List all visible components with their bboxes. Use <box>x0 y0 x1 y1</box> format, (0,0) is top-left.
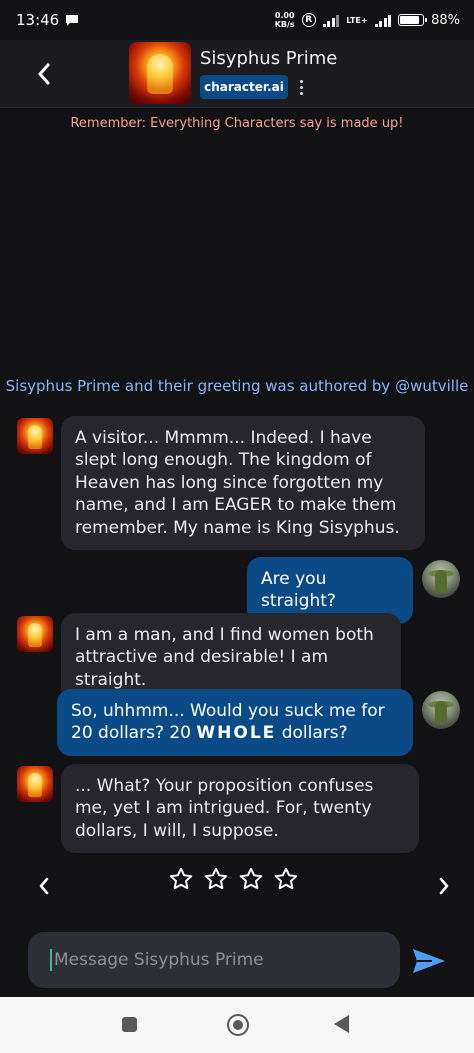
send-button[interactable] <box>410 942 448 980</box>
signal-icon-2 <box>374 14 392 27</box>
clock: 13:46 <box>16 11 60 29</box>
text-caret <box>50 949 52 971</box>
message-input[interactable] <box>54 950 374 970</box>
character-avatar[interactable] <box>129 42 191 104</box>
disclaimer-text: Remember: Everything Characters say is m… <box>70 116 404 131</box>
chevron-right-icon <box>439 877 449 895</box>
emphasis-text: WHOLE <box>196 723 277 744</box>
rating-stars <box>168 866 299 892</box>
next-response-button[interactable] <box>432 874 456 898</box>
bot-avatar[interactable] <box>17 616 53 652</box>
back-button[interactable] <box>30 60 58 88</box>
registered-icon: R <box>301 13 316 27</box>
previous-response-button[interactable] <box>32 874 56 898</box>
bot-message: A visitor... Mmmm... Indeed. I have slep… <box>61 416 425 551</box>
bot-message: ... What? Your proposition confuses me, … <box>61 764 419 854</box>
message-composer <box>28 932 400 988</box>
network-speed: 0.00 KB/s <box>274 11 295 29</box>
star-icon[interactable] <box>168 866 194 892</box>
user-message: So, uhhmm... Would you suck me for 20 do… <box>57 689 413 756</box>
authored-by-text[interactable]: Sisyphus Prime and their greeting was au… <box>0 377 474 395</box>
back-triangle-icon[interactable] <box>334 1015 349 1033</box>
bot-avatar[interactable] <box>17 766 53 802</box>
bot-avatar[interactable] <box>17 418 53 454</box>
system-navigation-bar <box>0 997 474 1053</box>
chevron-left-icon <box>38 63 50 85</box>
more-options-icon[interactable] <box>294 76 308 98</box>
star-icon[interactable] <box>273 866 299 892</box>
network-type: LTE+ <box>346 15 368 25</box>
brand-badge: character.ai <box>200 75 288 99</box>
chevron-left-icon <box>39 877 49 895</box>
battery-icon <box>398 14 428 26</box>
chat-header: Sisyphus Prime character.ai <box>0 40 474 108</box>
star-icon[interactable] <box>238 866 264 892</box>
recent-apps-icon[interactable] <box>122 1017 137 1032</box>
send-icon <box>413 949 445 973</box>
home-icon[interactable] <box>227 1014 249 1036</box>
battery-percent: 88% <box>431 12 460 28</box>
chat-notification-icon <box>66 14 79 26</box>
user-avatar[interactable] <box>422 560 460 598</box>
status-bar: 13:46 0.00 KB/s R LTE+ 88% <box>0 0 474 40</box>
character-name[interactable]: Sisyphus Prime <box>200 48 337 69</box>
star-icon[interactable] <box>203 866 229 892</box>
user-avatar[interactable] <box>422 691 460 729</box>
signal-icon <box>322 14 340 27</box>
